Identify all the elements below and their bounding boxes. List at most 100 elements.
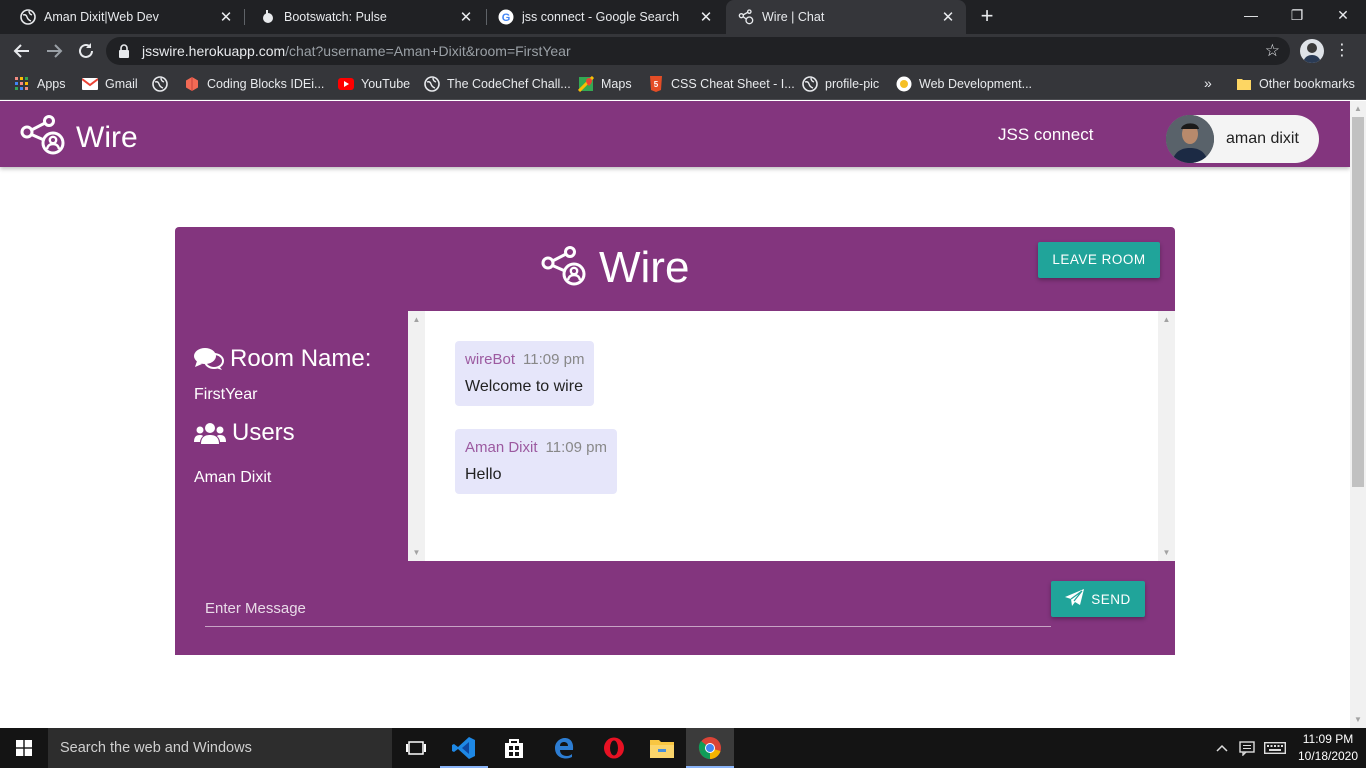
tab-close-icon[interactable]: ✕ (696, 8, 716, 26)
scrollbar-track[interactable]: ▲ ▼ (1158, 311, 1175, 561)
taskbar-edge[interactable] (540, 728, 588, 768)
send-button[interactable]: SEND (1051, 581, 1145, 617)
address-bar[interactable]: jsswire.herokuapp.com/chat?username=Aman… (106, 37, 1290, 65)
browser-tab[interactable]: Bootswatch: Pulse ✕ (240, 0, 484, 34)
bookmark-label: Other bookmarks (1259, 77, 1355, 91)
apps-grid-icon (14, 76, 30, 92)
taskbar-opera[interactable] (590, 728, 638, 768)
bookmark-codechef[interactable]: The CodeChef Chall... (424, 76, 571, 92)
room-name-heading: Room Name: (194, 345, 371, 373)
bookmark-apps[interactable]: Apps (14, 76, 66, 92)
bookmark-profile-pic[interactable]: profile-pic (802, 76, 879, 92)
message-author: Aman Dixit (465, 439, 538, 456)
scroll-up-icon[interactable]: ▲ (1158, 315, 1175, 324)
navbar-brand[interactable]: Wire (20, 115, 138, 160)
browser-tab-strip: Aman Dixit|Web Dev ✕ Bootswatch: Pulse ✕… (0, 0, 1366, 34)
vscode-icon (452, 737, 475, 759)
forward-button[interactable] (42, 39, 66, 63)
clock-time: 11:09 PM (1302, 732, 1354, 746)
browser-tab-active[interactable]: Wire | Chat ✕ (726, 0, 966, 34)
chat-message: wireBot 11:09 pm Welcome to wire (455, 341, 595, 406)
task-view-icon (406, 741, 426, 755)
taskbar-vscode[interactable] (440, 728, 488, 768)
scrollbar-track[interactable]: ▲ ▼ (408, 311, 425, 561)
close-window-button[interactable]: ✕ (1320, 0, 1366, 32)
svg-text:G: G (502, 12, 511, 24)
tab-close-icon[interactable]: ✕ (216, 8, 236, 26)
svg-text:5: 5 (654, 80, 659, 89)
bookmark-gmail[interactable]: Gmail (82, 76, 138, 92)
bookmark-coding-blocks[interactable]: Coding Blocks IDEi... (184, 76, 324, 92)
notification-icon (1239, 740, 1255, 756)
reload-button[interactable] (74, 39, 98, 63)
tab-title: jss connect - Google Search (522, 10, 680, 24)
globe-icon (802, 76, 818, 92)
reload-icon (79, 43, 93, 58)
bookmarks-overflow-button[interactable]: » (1204, 75, 1212, 91)
user-name: aman dixit (1226, 130, 1299, 147)
taskbar-search-box[interactable]: Search the web and Windows (48, 728, 392, 768)
leave-room-button[interactable]: LEAVE ROOM (1038, 242, 1160, 278)
back-button[interactable] (10, 39, 34, 63)
share-user-logo-icon (20, 115, 66, 160)
bookmark-label: Apps (37, 77, 66, 91)
taskbar-clock[interactable]: 11:09 PM 10/18/2020 (1290, 731, 1366, 765)
message-composer: SEND (175, 561, 1175, 655)
taskbar-store[interactable] (490, 728, 538, 768)
clock-date: 10/18/2020 (1297, 749, 1359, 763)
bookmark-web-development[interactable]: Web Development... (896, 76, 1032, 92)
bookmark-globe[interactable] (152, 76, 175, 92)
users-label: Users (232, 419, 295, 446)
chat-title: Wire (541, 243, 689, 293)
app-navbar: Wire JSS connect aman dixit (0, 101, 1350, 167)
menu-kebab-icon[interactable]: ⋮ (1334, 40, 1350, 60)
scroll-down-icon[interactable]: ▼ (408, 548, 425, 557)
folder-icon (1236, 76, 1252, 92)
scroll-down-icon[interactable]: ▼ (1158, 548, 1175, 557)
scrollbar-thumb[interactable] (1352, 117, 1364, 487)
chat-messages[interactable]: ▲ ▼ ▲ ▼ wireBot 11:09 pm Welcome to wire … (408, 311, 1175, 561)
other-bookmarks-folder[interactable]: Other bookmarks (1236, 76, 1355, 92)
tab-close-icon[interactable]: ✕ (456, 8, 476, 26)
tab-title: Aman Dixit|Web Dev (44, 10, 159, 24)
message-text: Welcome to wire (465, 378, 583, 395)
bootswatch-icon (260, 9, 276, 25)
taskbar-file-explorer[interactable] (638, 728, 686, 768)
new-tab-button[interactable]: + (976, 4, 998, 30)
taskbar-chrome[interactable] (686, 728, 734, 768)
scroll-down-icon[interactable]: ▼ (1350, 712, 1366, 728)
message-input[interactable] (205, 591, 1051, 627)
coding-blocks-icon (184, 76, 200, 92)
globe-icon (424, 76, 440, 92)
bookmark-youtube[interactable]: YouTube (338, 76, 410, 92)
minimize-button[interactable]: — (1228, 0, 1274, 32)
bookmark-label: YouTube (361, 77, 411, 91)
browser-tab[interactable]: G jss connect - Google Search ✕ (478, 0, 724, 34)
paper-plane-icon (1065, 588, 1085, 610)
user-list-item: Aman Dixit (194, 469, 272, 486)
youtube-icon (338, 76, 354, 92)
bookmark-star-icon[interactable]: ☆ (1265, 41, 1280, 61)
nav-link-jss-connect[interactable]: JSS connect (998, 125, 1093, 145)
task-view-button[interactable] (392, 728, 440, 768)
page-scrollbar[interactable]: ▲ ▼ (1350, 101, 1366, 728)
show-hidden-icons-button[interactable] (1212, 728, 1232, 768)
scroll-up-icon[interactable]: ▲ (1350, 101, 1366, 117)
user-profile-chip[interactable]: aman dixit (1166, 115, 1319, 163)
bookmark-maps[interactable]: Maps (578, 76, 632, 92)
start-button[interactable] (0, 728, 48, 768)
bookmark-css-cheat-sheet[interactable]: 5 CSS Cheat Sheet - I... (648, 76, 795, 92)
message-time: 11:09 pm (545, 439, 607, 456)
browser-tab[interactable]: Aman Dixit|Web Dev ✕ (0, 0, 244, 34)
message-author: wireBot (465, 351, 516, 368)
touch-keyboard-button[interactable] (1262, 728, 1288, 768)
web-dev-icon (896, 76, 912, 92)
restore-button[interactable]: ❐ (1274, 0, 1320, 32)
bookmark-label: Gmail (105, 77, 138, 91)
scroll-up-icon[interactable]: ▲ (408, 315, 425, 324)
bookmarks-bar: Apps Gmail Coding Blocks IDEi... YouTube… (0, 68, 1366, 100)
chat-message: Aman Dixit 11:09 pm Hello (455, 429, 617, 494)
profile-avatar[interactable] (1300, 39, 1324, 63)
action-center-button[interactable] (1236, 728, 1258, 768)
tab-close-icon[interactable]: ✕ (938, 8, 958, 26)
